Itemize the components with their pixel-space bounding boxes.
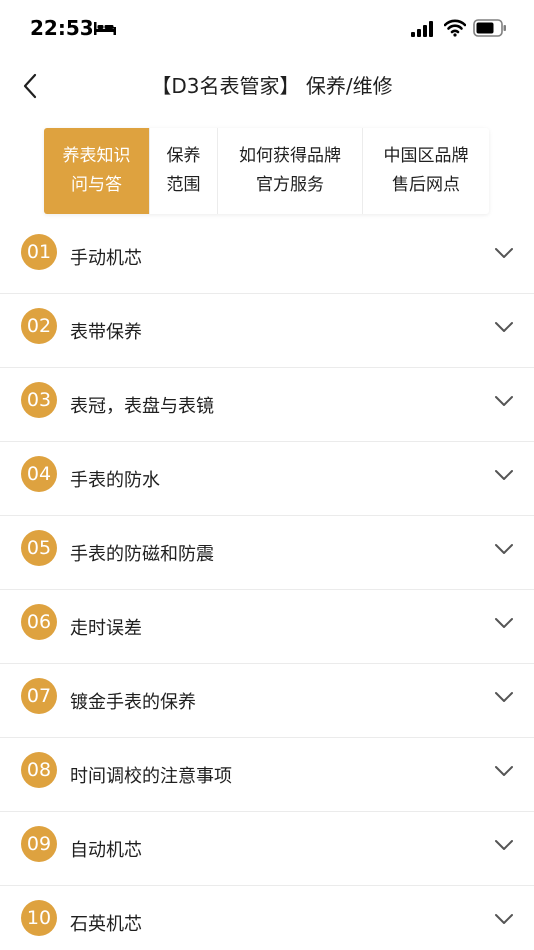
nav-bar: 【D3名表管家】 保养/维修 (0, 58, 534, 114)
tab-service-outlets[interactable]: 中国区品牌 售后网点 (363, 128, 489, 214)
tab-knowledge-qa[interactable]: 养表知识 问与答 (44, 128, 150, 214)
item-number-badge: 09 (21, 826, 57, 862)
item-number-badge: 01 (21, 234, 57, 270)
item-number-badge: 02 (21, 308, 57, 344)
list-item[interactable]: 06 走时误差 (0, 590, 534, 664)
item-label: 时间调校的注意事项 (70, 766, 232, 787)
list-item[interactable]: 10 石英机芯 (0, 886, 534, 950)
list-item[interactable]: 02 表带保养 (0, 294, 534, 368)
wifi-icon (444, 19, 466, 37)
item-label: 自动机芯 (70, 840, 142, 861)
list-item[interactable]: 05 手表的防磁和防震 (0, 516, 534, 590)
item-label: 石英机芯 (70, 914, 142, 935)
item-number-badge: 05 (21, 530, 57, 566)
list-item[interactable]: 04 手表的防水 (0, 442, 534, 516)
item-label: 手表的防磁和防震 (70, 544, 214, 565)
item-number-badge: 08 (21, 752, 57, 788)
item-number-badge: 04 (21, 456, 57, 492)
tab-bar: 养表知识 问与答 保养 范围 如何获得品牌 官方服务 中国区品牌 售后网点 (44, 128, 489, 214)
bed-icon (94, 22, 116, 35)
list-item[interactable]: 08 时间调校的注意事项 (0, 738, 534, 812)
chevron-down-icon (495, 840, 513, 850)
list-item[interactable]: 03 表冠，表盘与表镜 (0, 368, 534, 442)
tab-maintenance-scope[interactable]: 保养 范围 (150, 128, 218, 214)
item-label: 表冠，表盘与表镜 (70, 396, 214, 417)
chevron-down-icon (495, 544, 513, 554)
status-bar: 22:53 (0, 0, 534, 58)
faq-list: 01 手动机芯 02 表带保养 03 表冠，表盘与表镜 04 手表的防水 05 … (0, 220, 534, 950)
list-item[interactable]: 09 自动机芯 (0, 812, 534, 886)
item-number-badge: 10 (21, 900, 57, 936)
chevron-down-icon (495, 248, 513, 258)
chevron-down-icon (495, 766, 513, 776)
battery-icon (473, 19, 506, 37)
item-label: 表带保养 (70, 322, 142, 343)
chevron-down-icon (495, 396, 513, 406)
chevron-down-icon (495, 914, 513, 924)
chevron-down-icon (495, 618, 513, 628)
signal-icon (411, 21, 433, 37)
item-number-badge: 06 (21, 604, 57, 640)
chevron-down-icon (495, 692, 513, 702)
list-item[interactable]: 01 手动机芯 (0, 220, 534, 294)
chevron-down-icon (495, 470, 513, 480)
item-label: 镀金手表的保养 (70, 692, 196, 713)
status-time: 22:53 (30, 16, 94, 40)
item-label: 手动机芯 (70, 248, 142, 269)
page-title: 【D3名表管家】 保养/维修 (151, 74, 393, 98)
item-label: 手表的防水 (70, 470, 160, 491)
list-item[interactable]: 07 镀金手表的保养 (0, 664, 534, 738)
item-label: 走时误差 (70, 618, 142, 639)
tab-official-service[interactable]: 如何获得品牌 官方服务 (218, 128, 363, 214)
item-number-badge: 03 (21, 382, 57, 418)
item-number-badge: 07 (21, 678, 57, 714)
chevron-down-icon (495, 322, 513, 332)
